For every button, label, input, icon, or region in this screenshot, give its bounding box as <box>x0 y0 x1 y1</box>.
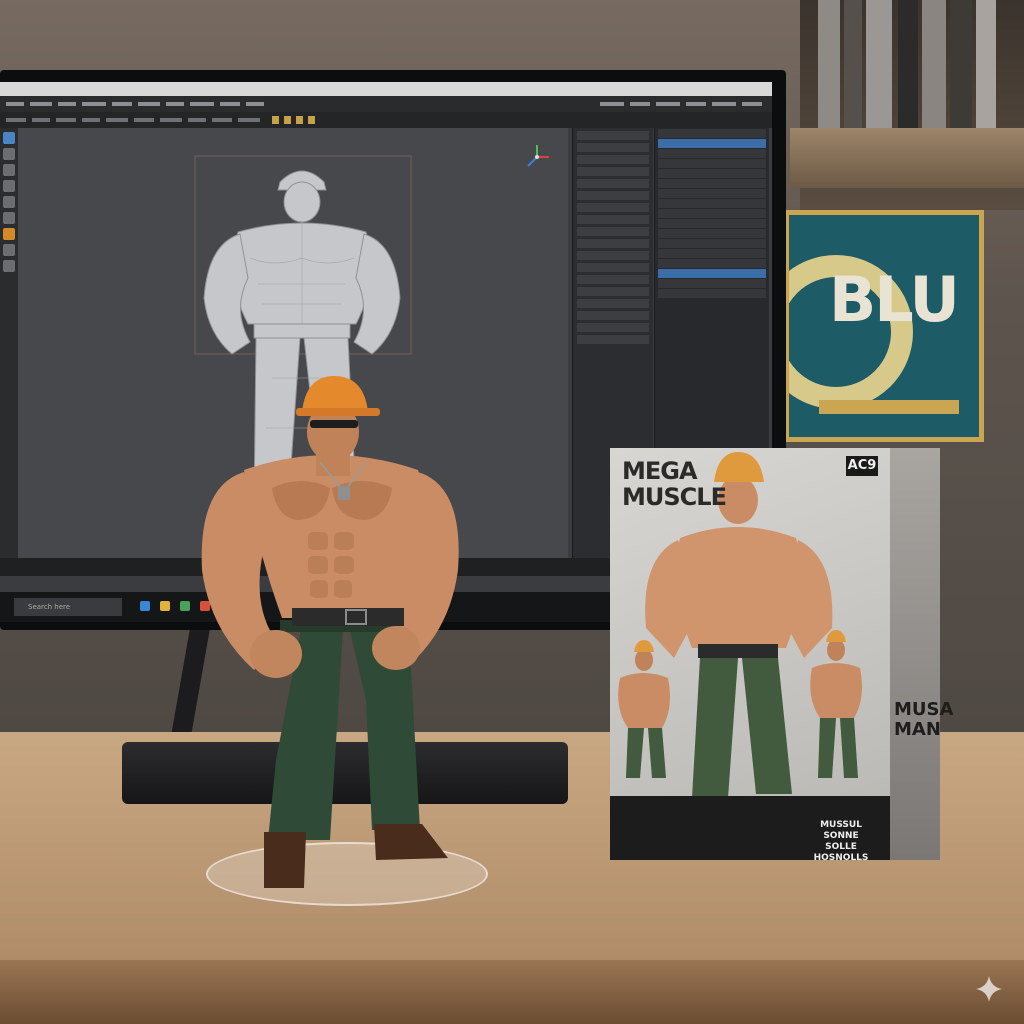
measure-tool-icon[interactable] <box>3 260 15 272</box>
app-toolbar <box>0 112 772 128</box>
panel-row[interactable] <box>577 215 649 224</box>
book <box>976 0 996 128</box>
rotate-tool-icon[interactable] <box>3 164 15 176</box>
browser-icon[interactable] <box>140 601 150 611</box>
panel-row[interactable] <box>577 167 649 176</box>
outliner-row[interactable] <box>658 259 766 268</box>
panel-row[interactable] <box>577 131 649 140</box>
outliner-row[interactable] <box>658 219 766 228</box>
panel-row[interactable] <box>577 239 649 248</box>
panel-row[interactable] <box>577 191 649 200</box>
panel-row[interactable] <box>577 335 649 344</box>
panel-row[interactable] <box>577 227 649 236</box>
outliner-row[interactable] <box>658 289 766 298</box>
panel-row[interactable] <box>577 287 649 296</box>
outliner-row[interactable] <box>658 149 766 158</box>
app-menu-bar <box>0 96 772 112</box>
move-tool-icon[interactable] <box>3 148 15 160</box>
book <box>866 0 892 128</box>
menu-items <box>6 102 762 106</box>
book <box>818 0 840 128</box>
scale-tool-icon[interactable] <box>3 180 15 192</box>
toolbar-items <box>6 116 315 124</box>
panel-row[interactable] <box>577 203 649 212</box>
desk-edge <box>0 960 1024 1024</box>
panel-row[interactable] <box>577 143 649 152</box>
panel-row[interactable] <box>577 275 649 284</box>
product-box-side <box>888 448 940 860</box>
outliner-row-selected[interactable] <box>658 269 766 278</box>
outliner-row-selected[interactable] <box>658 139 766 148</box>
book <box>898 0 918 128</box>
sculpt-tool-icon[interactable] <box>3 228 15 240</box>
outliner-row[interactable] <box>658 239 766 248</box>
outliner-row[interactable] <box>658 279 766 288</box>
panel-row[interactable] <box>577 251 649 260</box>
folder-icon[interactable] <box>160 601 170 611</box>
scene-outliner <box>654 128 769 458</box>
outliner-row[interactable] <box>658 179 766 188</box>
book <box>950 0 972 128</box>
tool-shelf <box>0 128 18 558</box>
sparkle-icon <box>976 976 1002 1002</box>
panel-row[interactable] <box>577 179 649 188</box>
book <box>844 0 862 128</box>
outliner-row[interactable] <box>658 199 766 208</box>
outliner-row[interactable] <box>658 209 766 218</box>
panel-row[interactable] <box>577 263 649 272</box>
outliner-row[interactable] <box>658 159 766 168</box>
poster-text: BLU <box>829 263 960 336</box>
select-tool-icon[interactable] <box>3 132 15 144</box>
panel-row[interactable] <box>577 323 649 332</box>
outliner-row[interactable] <box>658 129 766 138</box>
outliner-row[interactable] <box>658 189 766 198</box>
taskbar-search-input[interactable]: Search here <box>14 598 122 616</box>
poster-strip <box>819 400 959 414</box>
brush-tool-icon[interactable] <box>3 196 15 208</box>
smooth-tool-icon[interactable] <box>3 212 15 224</box>
panel-row[interactable] <box>577 311 649 320</box>
box-title-line2: MUSCLE <box>622 483 727 511</box>
grab-tool-icon[interactable] <box>3 244 15 256</box>
panel-row[interactable] <box>577 299 649 308</box>
outliner-row[interactable] <box>658 249 766 258</box>
box-title-line1: MEGA <box>622 457 698 485</box>
wall-poster: BLU <box>784 210 984 442</box>
box-badge: AC9 <box>846 456 878 476</box>
shelf-board <box>790 128 1024 188</box>
book <box>922 0 946 128</box>
outliner-row[interactable] <box>658 169 766 178</box>
box-side-title: MUSA MAN <box>894 699 954 740</box>
app-title-bar <box>0 82 772 96</box>
box-bottom-logo: MUSSUL SONNE SOLLE HOSNOLLS <box>813 820 869 863</box>
panel-row[interactable] <box>577 155 649 164</box>
muscle-figurine <box>201 376 459 888</box>
app-icon[interactable] <box>180 601 190 611</box>
outliner-row[interactable] <box>658 229 766 238</box>
axis-gizmo-icon[interactable] <box>522 142 552 172</box>
photo-scene: BLU Search here MEGA MUSCLE AC9 MUSA MAN… <box>0 0 1024 1024</box>
box-title: MEGA MUSCLE <box>622 457 727 511</box>
